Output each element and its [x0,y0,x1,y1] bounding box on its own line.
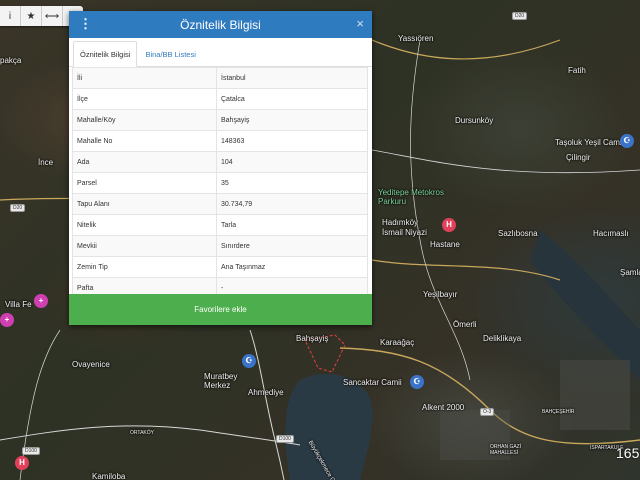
attribute-panel: ⋮ Öznitelik Bilgisi × Öznitelik Bilgisi … [69,11,372,325]
map-label: İsmail Niyazi [382,228,427,237]
attribute-key: Mahalle No [72,130,217,152]
lake-shape [285,374,373,480]
hospital-icon[interactable]: H [15,456,29,470]
map-label: Deliklikaya [483,334,522,343]
map-label: ORTAKÖY [130,430,154,436]
map-label: Kamiloba [92,472,126,480]
map-label: İnce [38,158,54,167]
attribute-value: Ana Taşınmaz [216,256,368,278]
panel-header: ⋮ Öznitelik Bilgisi × [69,11,372,38]
attribute-key: Mahalle/Köy [72,109,217,131]
table-row: Ada 104 [72,151,368,173]
road-badge: O-3 [480,408,495,416]
attribute-value: 35 [216,172,368,194]
map-label: Villa Fe [5,300,32,309]
attribute-table: İli İstanbul İlçe Çatalca Mahalle/Köy Bahşayi… [72,67,368,299]
map-label: Fatih [568,66,586,75]
map-label: Taşoluk Yeşil Camii [555,138,624,147]
attribute-key: Zemin Tip [72,256,217,278]
mosque-icon[interactable]: ☪ [620,134,634,148]
attribute-key: Nitelik [72,214,217,236]
map-label: Karaağaç [380,338,415,347]
map-label: Bahşayiş [296,334,329,343]
table-row: Parsel 35 [72,172,368,194]
hospital-icon[interactable]: H [442,218,456,232]
map-label: Yeditepe Metokros Parkuru [378,188,444,206]
map-label: Çilingir [566,153,591,162]
map-label: Hacımaslı [593,229,629,238]
attribute-value: Sınırdere [216,235,368,257]
attribute-value: Bahşayiş [216,109,368,131]
water-shape [530,230,640,380]
attribute-key: İlçe [72,88,217,110]
map-label: Yassıören [398,34,434,43]
pharmacy-icon[interactable]: + [34,294,48,308]
pharmacy-icon[interactable]: + [0,313,14,327]
mosque-icon[interactable]: ☪ [410,375,424,389]
attribute-key: Tapu Alanı [72,193,217,215]
attribute-value: İstanbul [216,67,368,89]
attribute-value: Çatalca [216,88,368,110]
map-label: Ömerli [453,320,477,329]
table-row: Mevkii Sınırdere [72,235,368,257]
map-label: ORHAN GAZİ MAHALLESİ [490,444,522,456]
attribute-key: Parsel [72,172,217,194]
map-label: Yeşilbayır [423,290,458,299]
map-label: Ahmediye [248,388,284,397]
attribute-value: Tarla [216,214,368,236]
attribute-key: İli [72,67,217,89]
attribute-value: 30.734,79 [216,193,368,215]
table-row: Mahalle/Köy Bahşayiş [72,109,368,131]
table-row: Tapu Alanı 30.734,79 [72,193,368,215]
table-row: İlçe Çatalca [72,88,368,110]
tab-building-list[interactable]: Bina/BB Listesi [139,42,201,66]
attribute-value: 104 [216,151,368,173]
star-icon[interactable]: ★ [21,6,42,26]
close-icon[interactable]: × [356,16,364,31]
panel-tabs: Öznitelik Bilgisi Bina/BB Listesi [69,38,372,67]
map-label: Alkent 2000 [422,403,465,412]
panel-title: Öznitelik Bilgisi [180,17,261,32]
map-label: Muratbey Merkez [204,372,238,390]
map-label: BAHÇEŞEHİR [542,409,575,415]
road-badge: D100 [22,447,40,455]
attribute-key: Mevkii [72,235,217,257]
map-label: Sancaktar Camii [343,378,402,387]
add-favorite-button[interactable]: Favorilere ekle [69,294,372,325]
map-scale-label: 165 [616,445,640,461]
menu-icon[interactable]: ⋮ [79,17,92,31]
map-label: Sazlıbosna [498,229,538,238]
table-row: İli İstanbul [72,67,368,89]
road-badge: D20 [512,12,528,20]
road-badge: D20 [10,204,26,212]
map-label: Hastane [430,240,460,249]
map-label: Ovayenice [72,360,110,369]
tab-attributes[interactable]: Öznitelik Bilgisi [73,41,138,67]
road-badge: D100 [276,435,294,443]
table-row: Nitelik Tarla [72,214,368,236]
info-icon[interactable]: i [0,6,21,26]
attribute-value: 148363 [216,130,368,152]
map-label: pakça [0,56,22,65]
mosque-icon[interactable]: ☪ [242,354,256,368]
table-row: Zemin Tip Ana Taşınmaz [72,256,368,278]
measure-icon[interactable]: ⟷ [42,6,63,26]
map-label: Dursunköy [455,116,494,125]
attribute-key: Ada [72,151,217,173]
table-row: Mahalle No 148363 [72,130,368,152]
map-label: Hadımköy [382,218,419,227]
map-label: Şamla [620,268,640,277]
